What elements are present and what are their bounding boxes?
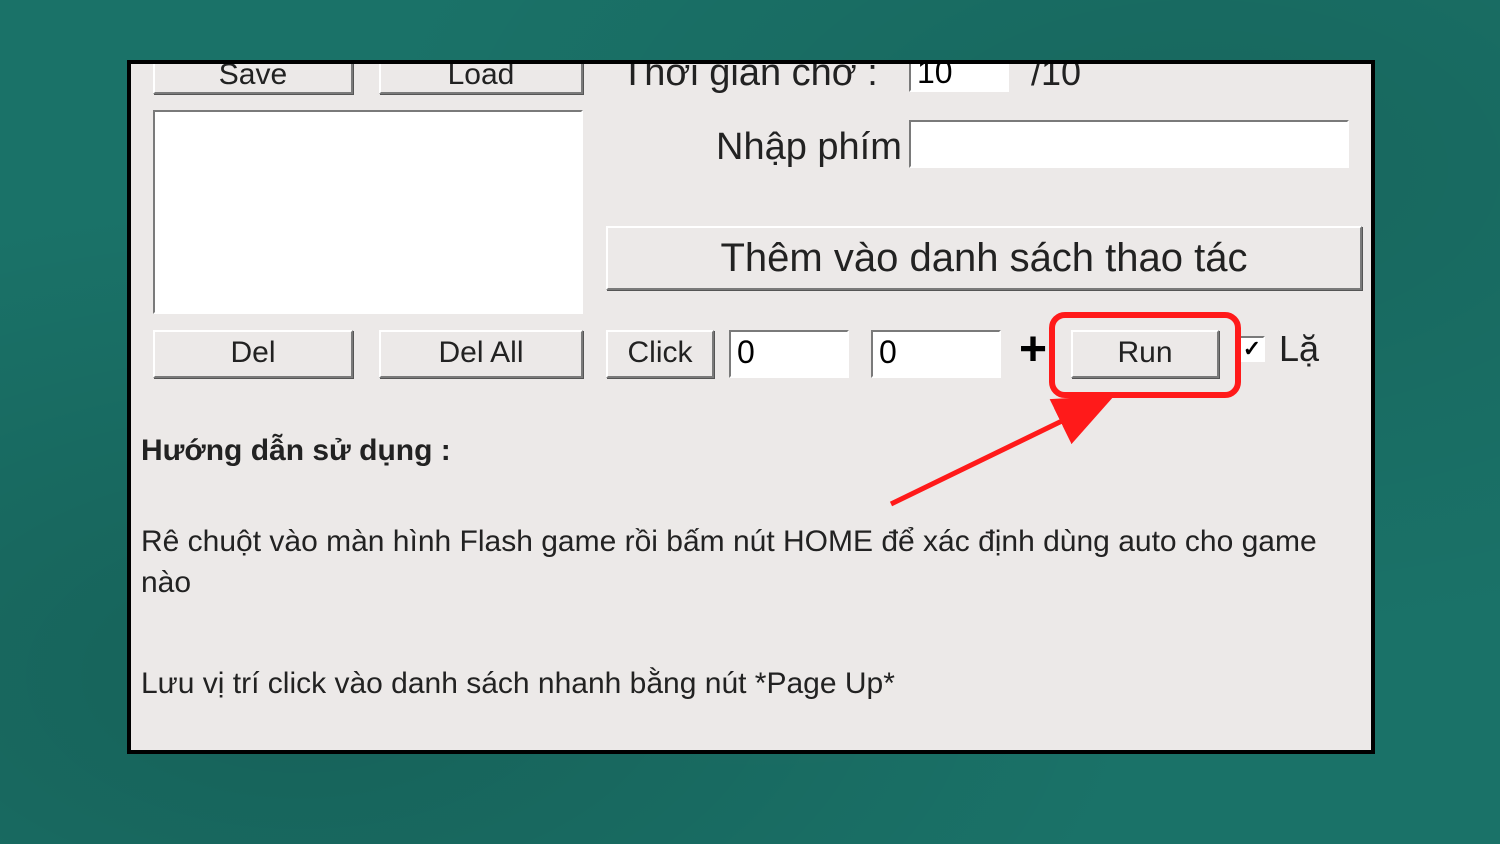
y-coord-input[interactable]: 0 bbox=[871, 330, 1001, 378]
wait-time-suffix: /10 bbox=[1031, 60, 1081, 94]
key-input-label: Nhập phím : bbox=[716, 126, 923, 169]
key-input[interactable] bbox=[909, 120, 1349, 168]
instructions-title: Hướng dẫn sử dụng : bbox=[141, 434, 451, 468]
wait-time-label: Thời gian chờ : bbox=[621, 60, 878, 95]
x-coord-input[interactable]: 0 bbox=[729, 330, 849, 378]
load-button[interactable]: Load bbox=[379, 60, 583, 94]
save-button[interactable]: Save bbox=[153, 60, 353, 94]
annotation-arrow-icon bbox=[871, 384, 1131, 514]
instructions-line-1: Rê chuột vào màn hình Flash game rồi bấm… bbox=[141, 522, 1351, 603]
run-button[interactable]: Run bbox=[1071, 330, 1219, 378]
action-listbox[interactable] bbox=[153, 110, 583, 314]
del-all-button[interactable]: Del All bbox=[379, 330, 583, 378]
click-button[interactable]: Click bbox=[606, 330, 714, 378]
plus-icon: + bbox=[1019, 322, 1047, 377]
add-to-list-button[interactable]: Thêm vào danh sách thao tác bbox=[606, 226, 1362, 290]
instructions-line-2: Lưu vị trí click vào danh sách nhanh bằn… bbox=[141, 664, 1351, 705]
app-window: Save Load Thời gian chờ : 10 /10 Nhập ph… bbox=[127, 60, 1375, 754]
del-button[interactable]: Del bbox=[153, 330, 353, 378]
loop-checkbox-label: Lặ bbox=[1279, 328, 1319, 370]
wait-time-input[interactable]: 10 bbox=[909, 60, 1009, 92]
loop-checkbox[interactable]: ✓ bbox=[1239, 336, 1265, 362]
